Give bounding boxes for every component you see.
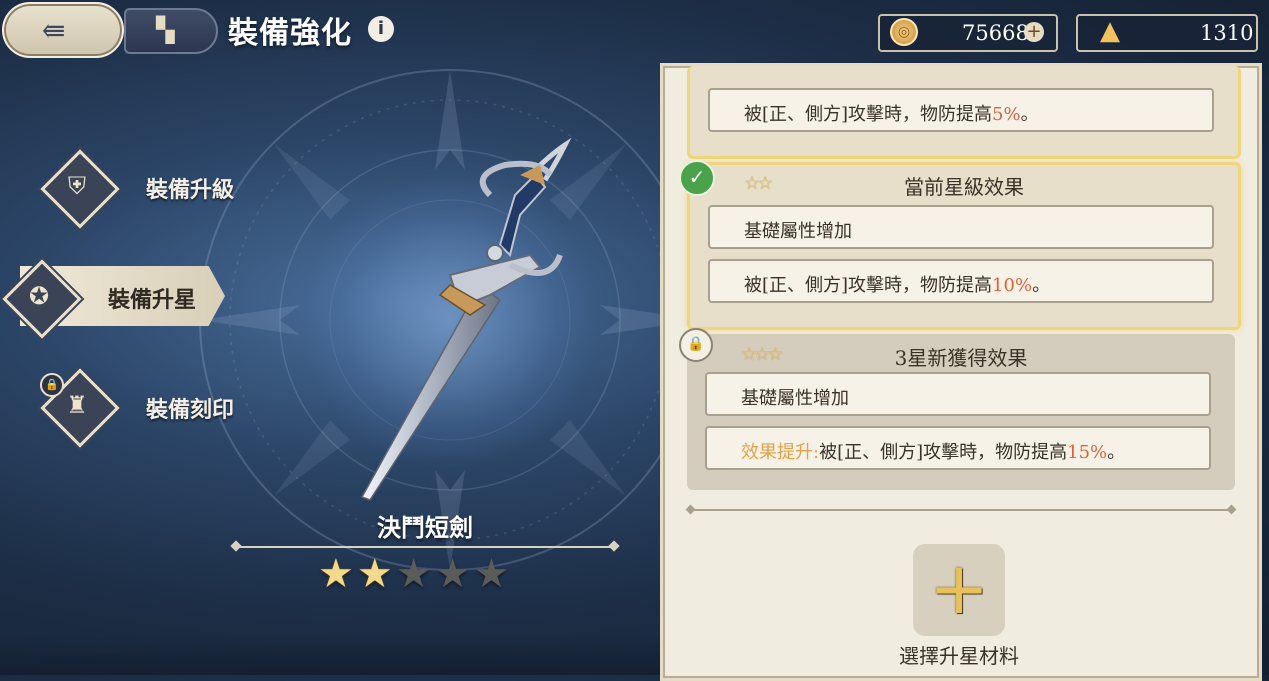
star-empty-icon: ★ (395, 551, 432, 597)
star-filled-icon: ★ (356, 551, 393, 597)
gold-coin-icon: ◎ (890, 18, 918, 46)
next-effect-row-2: 效果提升:被[正、側方]攻擊時，物防提高15%。 (705, 426, 1211, 470)
effect-tag: 效果提升: (741, 442, 820, 463)
next-star-effect-card: ☆☆☆ 3星新獲得效果 基礎屬性增加 效果提升:被[正、側方]攻擊時，物防提高1… (687, 334, 1235, 490)
previous-star-effect-card: 被[正、側方]攻擊時，物防提高5%。 (687, 66, 1241, 159)
star-empty-icon: ★ (434, 551, 471, 597)
add-gold-button[interactable]: + (1024, 22, 1044, 42)
checkmark-icon: ✓ (679, 160, 715, 196)
select-material-label: 選擇升星材料 (899, 644, 1019, 668)
floor-shadow (0, 635, 660, 675)
previous-effect-row: 被[正、側方]攻擊時，物防提高5%。 (708, 88, 1214, 132)
plus-icon: + (928, 546, 990, 630)
gold-currency: ◎ 75668 + (878, 14, 1058, 52)
page-title: 裝備強化 (228, 16, 352, 51)
effect-value: 15% (1067, 442, 1108, 463)
current-star-effect-card: ☆☆ 當前星級效果 基礎屬性增加 被[正、側方]攻擊時，物防提高10%。 (687, 162, 1241, 330)
star-crystal-amount: 1310 (1200, 21, 1254, 45)
next-effect-row-1: 基礎屬性增加 (705, 372, 1211, 416)
menu-label-upgrade: 裝備升級 (146, 177, 235, 203)
select-material-button[interactable]: + (913, 544, 1005, 636)
star-rating: ★★★★★ (318, 552, 512, 596)
lock-icon: 🔒 (679, 328, 713, 362)
effect-text: 被[正、側方]攻擊時，物防提高 (744, 275, 993, 296)
current-effect-header: 當前星級效果 (904, 175, 1024, 199)
home-grid-icon: ▚ (156, 16, 175, 44)
weapon-image (360, 137, 572, 501)
home-button[interactable]: ▚ (124, 8, 218, 54)
current-effect-row-1: 基礎屬性增加 (708, 205, 1214, 249)
name-divider (234, 546, 616, 548)
menu-label-engrave: 裝備刻印 (146, 397, 235, 423)
menu-label-star-upgrade: 裝備升星 (108, 287, 197, 313)
weapon-name: 決鬥短劍 (377, 513, 473, 542)
back-arrow-icon: ⇚ (42, 14, 66, 47)
back-button[interactable]: ⇚ (2, 2, 124, 58)
star-filled-icon: ★ (318, 551, 354, 597)
effect-value: 10% (992, 275, 1033, 296)
effect-suffix: 。 (1032, 275, 1051, 296)
next-effect-header: 3星新獲得效果 (894, 346, 1028, 370)
effect-text: 基礎屬性增加 (741, 388, 849, 409)
current-effect-row-2: 被[正、側方]攻擊時，物防提高10%。 (708, 259, 1214, 303)
effect-suffix: 。 (1020, 104, 1039, 125)
star-crystal-currency: ▲ 1310 (1076, 14, 1258, 52)
effect-text: 基礎屬性增加 (744, 221, 852, 242)
effects-scroll-area[interactable]: 被[正、側方]攻擊時，物防提高5%。 ☆☆ 當前星級效果 基礎屬性增加 被[正、… (663, 66, 1259, 506)
star-crystal-icon: ▲ (1100, 16, 1120, 46)
effect-text: 被[正、側方]攻擊時，物防提高 (819, 442, 1068, 463)
panel-divider (689, 509, 1233, 511)
star-empty-icon: ★ (473, 551, 510, 597)
effects-panel: 被[正、側方]攻擊時，物防提高5%。 ☆☆ 當前星級效果 基礎屬性增加 被[正、… (660, 63, 1262, 681)
lock-icon: 🔒 (40, 373, 64, 397)
effect-text: 被[正、側方]攻擊時，物防提高 (744, 104, 993, 125)
gold-amount: 75668 (962, 21, 1029, 45)
star-upgrade-icon: ✪ (28, 282, 50, 310)
effect-value: 5% (992, 104, 1021, 125)
effect-suffix: 。 (1107, 442, 1126, 463)
upgrade-icon: ⛨ (68, 172, 86, 200)
info-icon[interactable]: i (368, 16, 394, 42)
